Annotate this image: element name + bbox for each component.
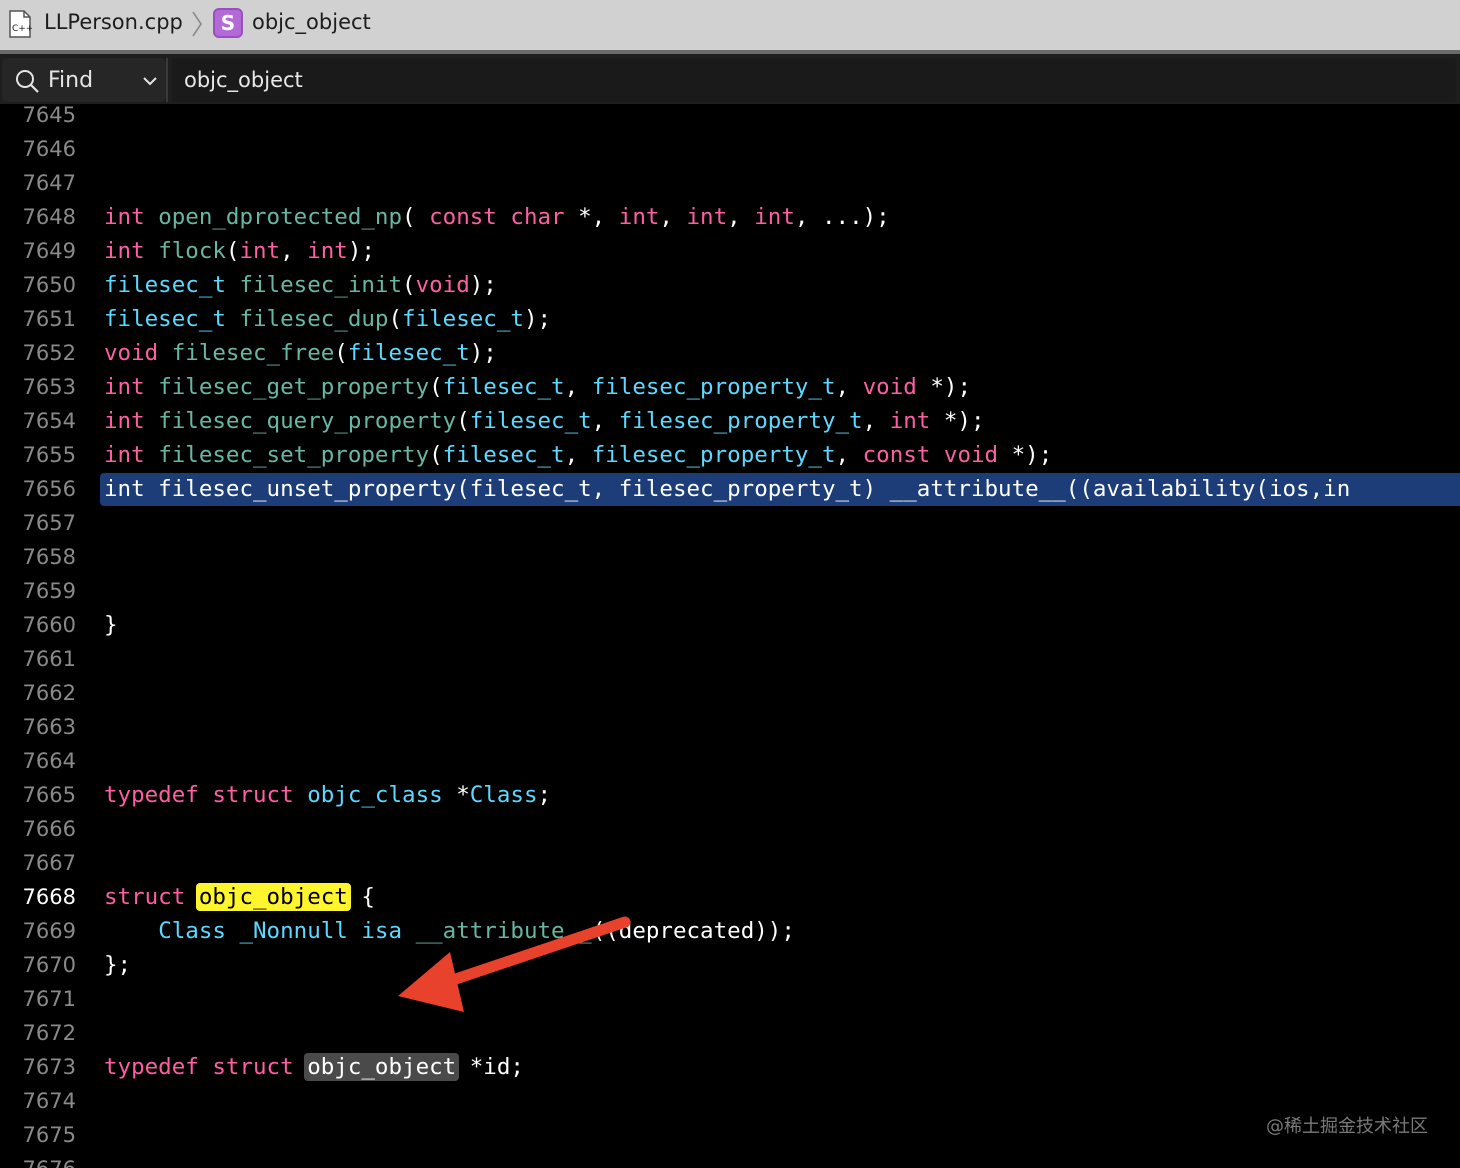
breadcrumb-symbol[interactable]: objc_object <box>252 10 371 34</box>
line-number: 7658 <box>22 545 76 569</box>
find-match: objc_object <box>304 1053 460 1081</box>
code-line[interactable]: 7662 <box>0 676 1460 710</box>
find-bar: Find <box>0 54 1460 158</box>
line-number: 7654 <box>22 409 76 433</box>
find-input[interactable] <box>172 58 1456 102</box>
code-line[interactable]: 7646 <box>0 132 1460 166</box>
line-number: 7674 <box>22 1089 76 1113</box>
find-mode-label: Find <box>48 68 94 93</box>
line-number: 7656 <box>22 477 76 501</box>
breadcrumb-file[interactable]: LLPerson.cpp <box>44 10 183 34</box>
code-line[interactable]: 7649 int flock(int, int); <box>0 234 1460 268</box>
line-number: 7664 <box>22 749 76 773</box>
code-line[interactable]: 7670}; <box>0 948 1460 982</box>
code-text: filesec_t filesec_dup(filesec_t); <box>104 306 552 332</box>
code-line[interactable]: 7666 <box>0 812 1460 846</box>
code-line[interactable]: 7667 <box>0 846 1460 880</box>
code-line[interactable]: 7669 Class _Nonnull isa __attribute__((d… <box>0 914 1460 948</box>
code-text: struct objc_object { <box>104 883 375 911</box>
line-number: 7671 <box>22 987 76 1011</box>
code-text: int open_dprotected_np( const char *, in… <box>104 204 890 230</box>
line-number: 7667 <box>22 851 76 875</box>
code-line[interactable]: 7663 <box>0 710 1460 744</box>
code-line[interactable]: 7659 <box>0 574 1460 608</box>
code-text: int filesec_set_property(filesec_t, file… <box>104 442 1053 468</box>
line-number: 7662 <box>22 681 76 705</box>
line-number: 7648 <box>22 205 76 229</box>
code-line[interactable]: 7653 int filesec_get_property(filesec_t, … <box>0 370 1460 404</box>
line-number: 7659 <box>22 579 76 603</box>
line-number: 7668 <box>22 885 76 909</box>
line-number: 7669 <box>22 919 76 943</box>
cpp-file-icon[interactable]: C++ <box>8 10 32 38</box>
code-line[interactable]: 7654 int filesec_query_property(filesec_t… <box>0 404 1460 438</box>
struct-symbol-icon: S <box>213 8 243 38</box>
code-line[interactable]: 7658 <box>0 540 1460 574</box>
code-line[interactable]: 7665 typedef struct objc_class *Class; <box>0 778 1460 812</box>
svg-text:C++: C++ <box>12 24 32 34</box>
code-text: } <box>104 612 118 638</box>
chevron-right-icon <box>192 11 202 37</box>
code-line[interactable]: 7672 <box>0 1016 1460 1050</box>
code-line[interactable]: 7656 int filesec_unset_property(filesec_t… <box>0 472 1460 506</box>
line-number: 7651 <box>22 307 76 331</box>
line-number: 7663 <box>22 715 76 739</box>
line-number: 7665 <box>22 783 76 807</box>
code-text: int filesec_unset_property(filesec_t, fi… <box>104 476 1351 502</box>
line-number: 7653 <box>22 375 76 399</box>
code-line[interactable]: 7650 filesec_t filesec_init(void); <box>0 268 1460 302</box>
code-text: typedef struct objc_object *id; <box>104 1053 524 1081</box>
line-number: 7673 <box>22 1055 76 1079</box>
code-text: int filesec_get_property(filesec_t, file… <box>104 374 971 400</box>
line-number: 7660 <box>22 613 76 637</box>
search-icon <box>16 70 39 93</box>
code-line[interactable]: 7651 filesec_t filesec_dup(filesec_t); <box>0 302 1460 336</box>
line-number: 7675 <box>22 1123 76 1147</box>
code-line[interactable]: 7668 struct objc_object { <box>0 880 1460 914</box>
watermark: @稀土掘金技术社区 <box>1266 1116 1428 1137</box>
code-line[interactable]: 7655 int filesec_set_property(filesec_t, … <box>0 438 1460 472</box>
line-number: 7657 <box>22 511 76 535</box>
line-number: 7676 <box>0 1152 76 1168</box>
code-text: int flock(int, int); <box>104 238 375 264</box>
code-line[interactable]: 7675 <box>0 1118 1460 1152</box>
code-line[interactable]: 7673 typedef struct objc_object *id; <box>0 1050 1460 1084</box>
line-number: 7655 <box>22 443 76 467</box>
chevron-down-icon <box>143 77 157 86</box>
code-line[interactable]: 7664 <box>0 744 1460 778</box>
line-number: 7661 <box>22 647 76 671</box>
code-line[interactable]: 7660} <box>0 608 1460 642</box>
code-lines: 7645 7646 7647 7648 int open_dprotected_np( … <box>0 104 1460 1168</box>
code-text: void filesec_free(filesec_t); <box>104 340 497 366</box>
line-number: 7647 <box>22 171 76 195</box>
code-editor[interactable]: 7645 7646 7647 7648 int open_dprotected_np( … <box>0 104 1460 1168</box>
find-mode-dropdown[interactable]: Find <box>2 58 166 102</box>
line-number: 7652 <box>22 341 76 365</box>
code-line[interactable]: 7652 void filesec_free(filesec_t); <box>0 336 1460 370</box>
line-number: 7650 <box>22 273 76 297</box>
line-number: 7649 <box>22 239 76 263</box>
code-line[interactable]: 7674 <box>0 1084 1460 1118</box>
line-number: 7646 <box>22 137 76 161</box>
line-number: 7672 <box>22 1021 76 1045</box>
code-line[interactable]: 7657 <box>0 506 1460 540</box>
code-line[interactable]: 7645 <box>0 104 1460 132</box>
code-text: int filesec_query_property(filesec_t, fi… <box>104 408 985 434</box>
code-line[interactable]: 7671 <box>0 982 1460 1016</box>
find-match-current: objc_object <box>195 883 351 911</box>
code-line[interactable]: 7648 int open_dprotected_np( const char *… <box>0 200 1460 234</box>
code-line[interactable]: 7676 <box>0 1152 1460 1168</box>
red-arrow-icon <box>398 916 631 1012</box>
code-line[interactable]: 7647 <box>0 166 1460 200</box>
code-text: filesec_t filesec_init(void); <box>104 272 497 298</box>
code-line[interactable]: 7661 <box>0 642 1460 676</box>
code-text: }; <box>104 952 132 978</box>
line-number: 7645 <box>22 104 76 127</box>
code-text: typedef struct objc_class *Class; <box>104 782 552 808</box>
divider <box>166 58 168 102</box>
breadcrumb: C++ LLPerson.cpp S objc_object <box>0 0 1460 50</box>
line-number: 7670 <box>22 953 76 977</box>
line-number: 7666 <box>22 817 76 841</box>
